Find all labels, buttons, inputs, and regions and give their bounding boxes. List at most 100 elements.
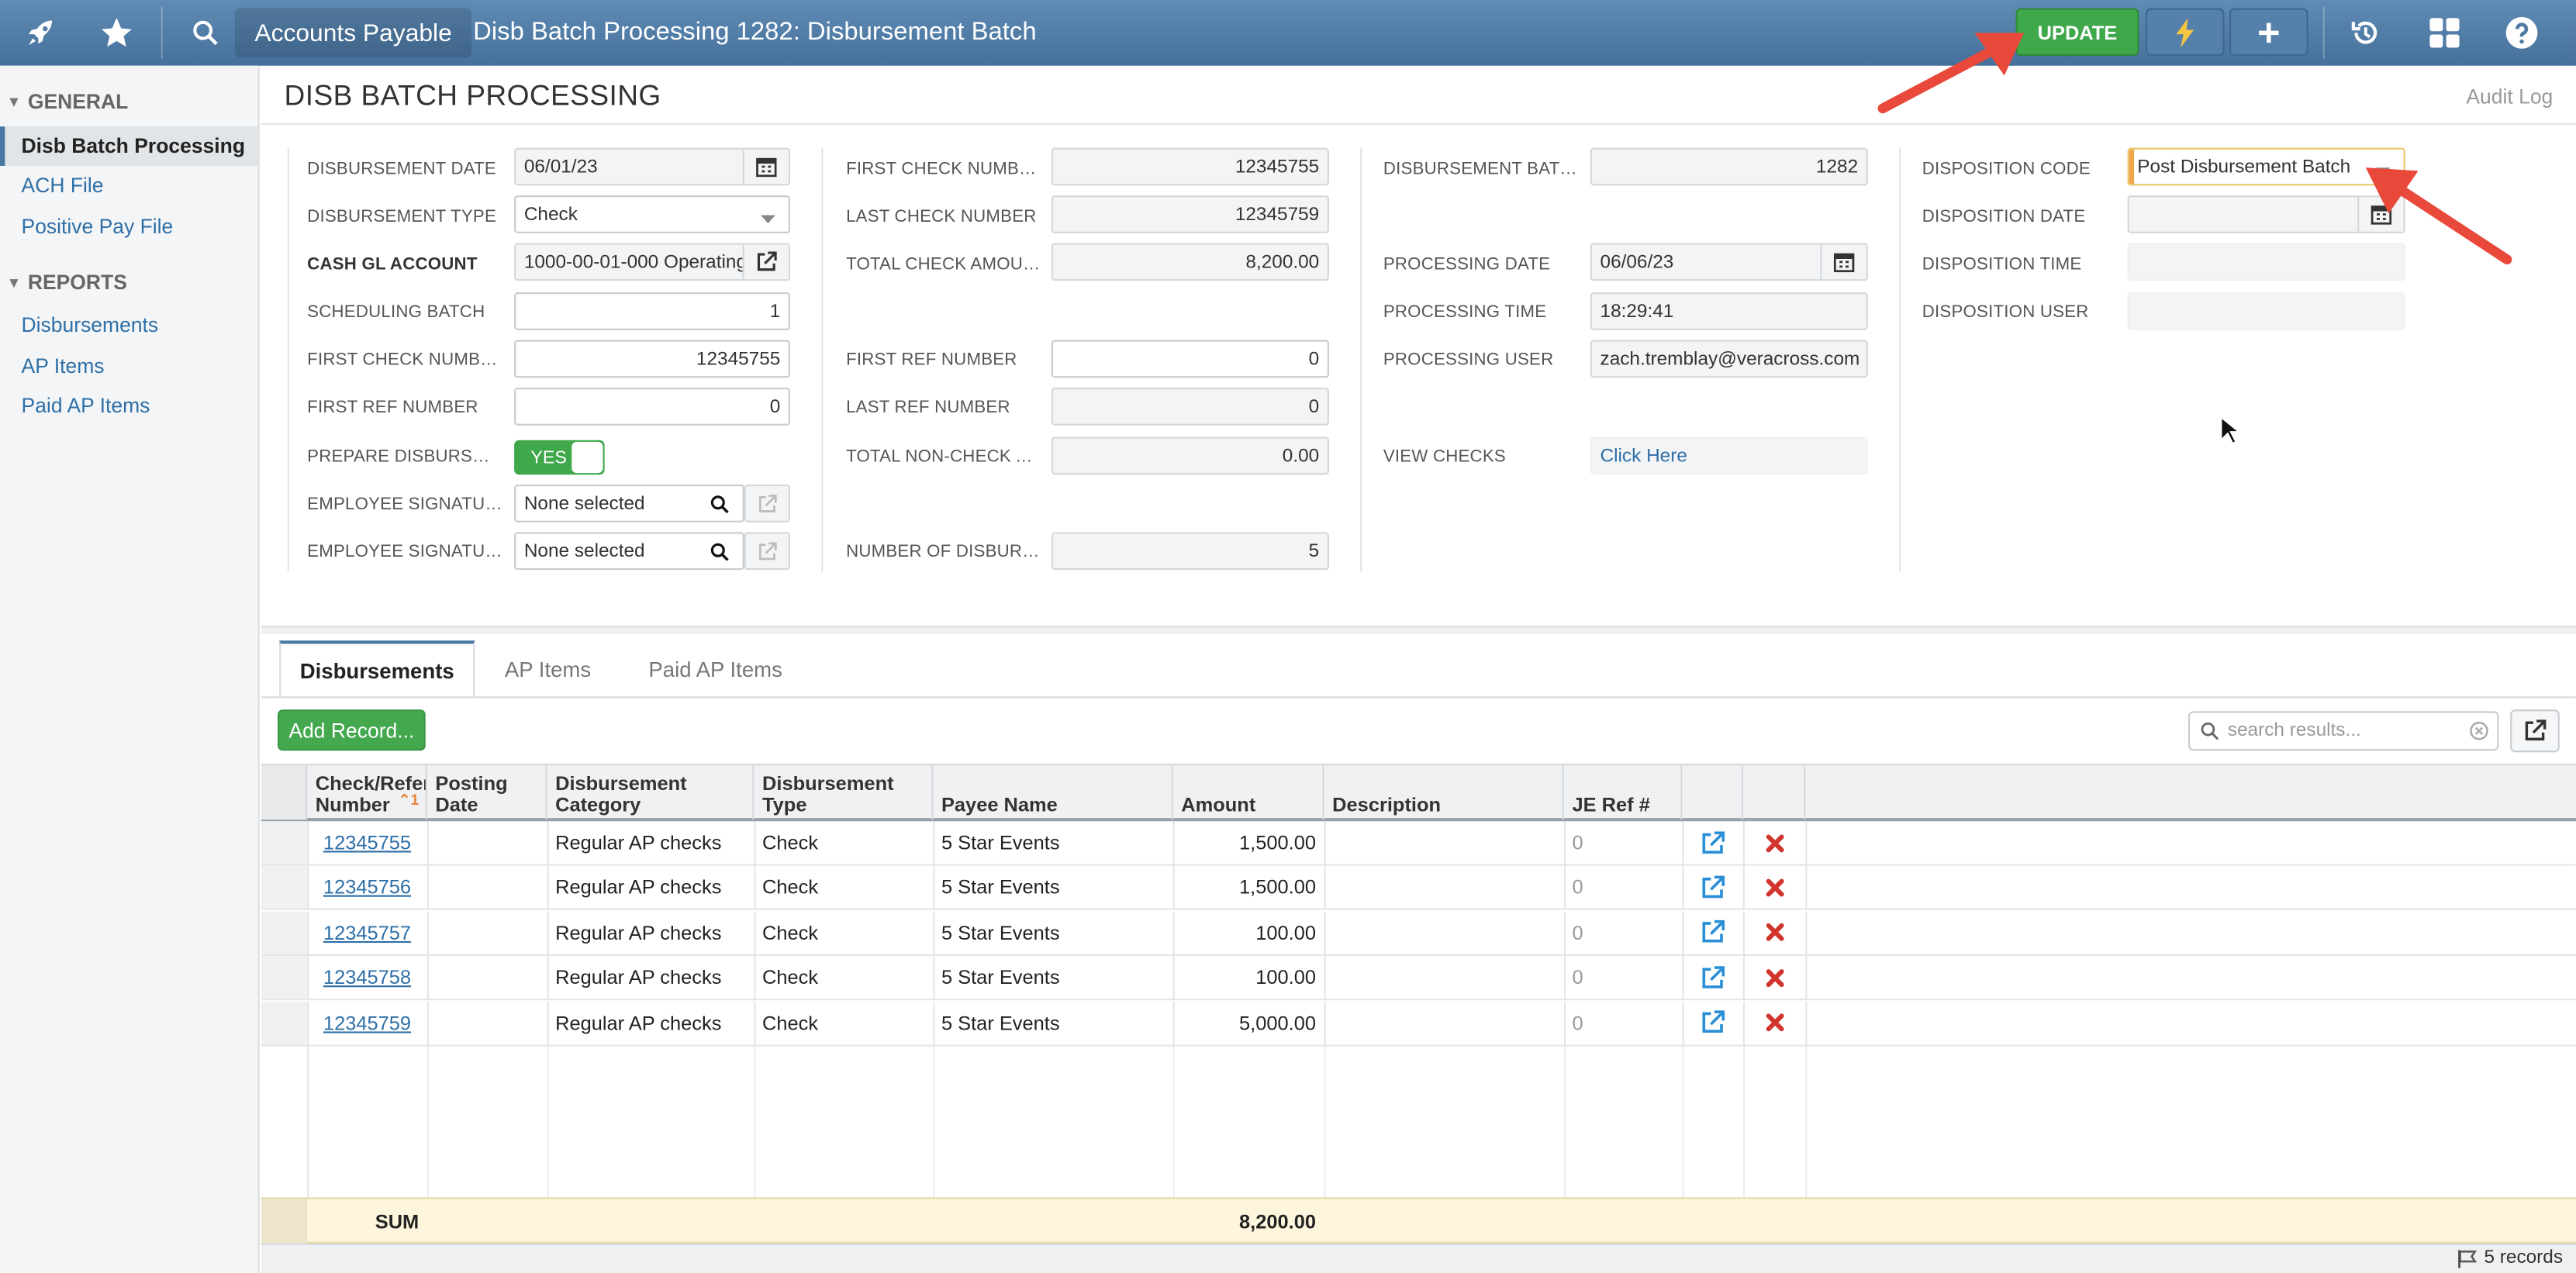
- sum-row: SUM 8,200.00: [261, 1197, 2576, 1244]
- type-cell-wrap: Check: [754, 911, 933, 954]
- employee-signature-2-lookup[interactable]: None selected: [514, 532, 744, 571]
- add-button[interactable]: [2229, 8, 2308, 57]
- scheduling-batch-label: SCHEDULING BATCH: [307, 302, 485, 323]
- open-record-icon[interactable]: [1682, 821, 1742, 864]
- payee-cell-wrap: 5 Star Events: [933, 956, 1172, 999]
- external-link-icon: [2525, 719, 2547, 741]
- audit-log-link[interactable]: Audit Log: [2466, 85, 2553, 109]
- first-ref-number-2-input[interactable]: 0: [1051, 340, 1329, 378]
- sidebar-section-general[interactable]: ▼ GENERAL: [6, 91, 128, 114]
- column-header-je-ref[interactable]: JE Ref #: [1564, 765, 1683, 820]
- employee-signature-lookup[interactable]: None selected: [514, 484, 744, 523]
- disbursement-date-label: DISBURSEMENT DATE: [307, 159, 496, 179]
- category-cell: Regular AP checks: [555, 966, 722, 989]
- column-header-posting-date[interactable]: Posting Date: [427, 765, 547, 820]
- open-record-icon[interactable]: [1682, 956, 1742, 999]
- grid-header: Check/Reference Number ⌃1 Posting Date D…: [261, 764, 2576, 822]
- check-number-link[interactable]: 12345757: [323, 921, 411, 944]
- payee-cell: 5 Star Events: [941, 966, 1060, 989]
- check-number-link[interactable]: 12345755: [323, 831, 411, 854]
- column-header-payee[interactable]: Payee Name: [933, 765, 1173, 820]
- column-header-type[interactable]: Disbursement Type: [754, 765, 934, 820]
- calendar-icon[interactable]: [742, 149, 789, 185]
- type-cell: Check: [762, 966, 819, 989]
- posting-date-cell-wrap: [427, 821, 547, 864]
- employee-signature-2-label: EMPLOYEE SIGNATURE 2: [307, 542, 508, 562]
- prepare-disbursements-label: PREPARE DISBURSEMEN...: [307, 447, 501, 467]
- type-cell: Check: [762, 831, 819, 854]
- search-icon[interactable]: [178, 0, 233, 66]
- history-icon[interactable]: [2339, 0, 2392, 66]
- check-number-link[interactable]: 12345756: [323, 876, 411, 899]
- dashboard-grid-icon[interactable]: [2419, 0, 2471, 66]
- sidebar-item-paid-ap-items[interactable]: Paid AP Items: [0, 386, 258, 426]
- tab-ap-items[interactable]: AP Items: [486, 640, 609, 698]
- je-ref-cell-wrap: 0: [1564, 821, 1683, 864]
- delete-row-icon[interactable]: [1743, 911, 1806, 954]
- employee-signature-link-button[interactable]: [744, 484, 791, 523]
- export-button[interactable]: [2510, 709, 2560, 753]
- module-breadcrumb[interactable]: Accounts Payable: [234, 8, 472, 58]
- open-record-icon[interactable]: [1682, 866, 1742, 909]
- table-row[interactable]: 12345759 Regular AP checks Check 5 Star Eve…: [261, 1001, 2576, 1046]
- disbursement-type-select[interactable]: Check: [514, 195, 791, 233]
- add-record-button[interactable]: Add Record...: [278, 709, 426, 751]
- column-header-check-ref[interactable]: Check/Reference Number ⌃1: [307, 765, 427, 820]
- check-number-link[interactable]: 12345759: [323, 1011, 411, 1034]
- check-number-link[interactable]: 12345758: [323, 966, 411, 989]
- open-record-icon[interactable]: [1682, 1001, 1742, 1044]
- payee-cell: 5 Star Events: [941, 1011, 1060, 1034]
- disbursement-date-field[interactable]: 06/01/23: [514, 147, 791, 186]
- rocket-icon[interactable]: [13, 0, 69, 66]
- tab-disbursements[interactable]: Disbursements: [279, 640, 475, 699]
- delete-row-icon[interactable]: [1743, 821, 1806, 864]
- search-icon[interactable]: [710, 495, 729, 519]
- scheduling-batch-input[interactable]: 1: [514, 292, 791, 330]
- view-checks-link[interactable]: Click Here: [1601, 446, 1687, 465]
- disposition-code-label: DISPOSITION CODE: [1922, 159, 2091, 179]
- table-row[interactable]: 12345756 Regular AP checks Check 5 Star Eve…: [261, 866, 2576, 911]
- delete-row-icon[interactable]: [1743, 866, 1806, 909]
- sidebar-item-disb-batch-processing[interactable]: Disb Batch Processing: [0, 126, 258, 166]
- category-cell-wrap: Regular AP checks: [547, 911, 754, 954]
- external-link-icon[interactable]: [742, 244, 789, 280]
- sidebar-item-disbursements[interactable]: Disbursements: [0, 305, 258, 345]
- je-ref-cell: 0: [1572, 831, 1583, 854]
- column-header-amount[interactable]: Amount: [1173, 765, 1324, 820]
- total-check-amount-label: TOTAL CHECK AMOUNT: [846, 254, 1044, 274]
- search-results-input[interactable]: search results...: [2188, 711, 2499, 751]
- clear-search-icon[interactable]: [2469, 721, 2488, 746]
- employee-signature-2-link-button[interactable]: [744, 532, 791, 571]
- help-icon[interactable]: [2497, 0, 2547, 66]
- column-header-category[interactable]: Disbursement Category: [547, 765, 754, 820]
- sidebar-item-ap-items[interactable]: AP Items: [0, 347, 258, 386]
- prepare-disbursements-toggle[interactable]: YES: [514, 440, 605, 475]
- last-ref-number-label: LAST REF NUMBER: [846, 397, 1010, 418]
- tab-paid-ap-items[interactable]: Paid AP Items: [637, 640, 793, 698]
- column-header-description[interactable]: Description: [1324, 765, 1564, 820]
- payee-cell-wrap: 5 Star Events: [933, 866, 1172, 909]
- quick-actions-button[interactable]: [2145, 8, 2225, 57]
- posting-date-cell-wrap: [427, 911, 547, 954]
- table-row[interactable]: 12345757 Regular AP checks Check 5 Star Eve…: [261, 911, 2576, 956]
- search-icon[interactable]: [710, 542, 729, 567]
- table-row[interactable]: 12345758 Regular AP checks Check 5 Star Eve…: [261, 956, 2576, 1001]
- collapse-triangle-icon: ▼: [6, 93, 22, 110]
- processing-date-field: 06/06/23: [1590, 243, 1868, 281]
- search-icon: [2201, 722, 2219, 740]
- delete-row-icon[interactable]: [1743, 1001, 1806, 1044]
- calendar-icon[interactable]: [1820, 244, 1866, 280]
- table-row[interactable]: 12345755 Regular AP checks Check 5 Star Eve…: [261, 821, 2576, 866]
- annotation-arrow-disposition-code: [2365, 167, 2512, 265]
- sidebar-item-ach-file[interactable]: ACH File: [0, 166, 258, 205]
- delete-row-icon[interactable]: [1743, 956, 1806, 999]
- payee-cell-wrap: 5 Star Events: [933, 911, 1172, 954]
- view-checks-field: Click Here: [1590, 436, 1868, 475]
- star-icon[interactable]: [88, 0, 144, 66]
- processing-user-label: PROCESSING USER: [1383, 350, 1554, 370]
- sidebar-section-reports[interactable]: ▼ REPORTS: [6, 271, 126, 295]
- first-check-number-u-input[interactable]: 12345755: [514, 340, 791, 378]
- first-ref-number-input[interactable]: 0: [514, 387, 791, 426]
- sidebar-item-positive-pay-file[interactable]: Positive Pay File: [0, 207, 258, 247]
- open-record-icon[interactable]: [1682, 911, 1742, 954]
